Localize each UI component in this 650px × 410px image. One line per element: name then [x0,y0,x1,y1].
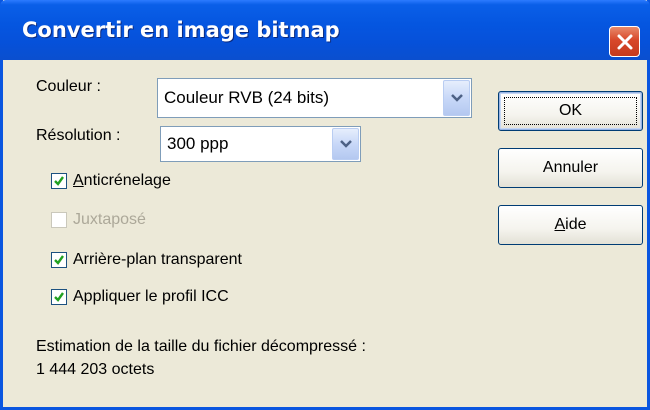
help-button[interactable]: Aide [498,205,643,245]
cancel-button-label: Annuler [542,159,599,176]
color-dropdown[interactable]: Couleur RVB (24 bits) [157,78,472,118]
resolution-dropdown[interactable]: 300 ppp [160,126,361,162]
close-button[interactable] [609,26,640,57]
window-title: Convertir en image bitmap [22,18,340,42]
color-dropdown-value: Couleur RVB (24 bits) [164,88,330,107]
transparent-background-label[interactable]: Arrière-plan transparent [73,251,242,269]
icc-profile-label[interactable]: Appliquer le profil ICC [73,288,229,306]
transparent-background-checkbox[interactable] [51,252,67,268]
resolution-dropdown-value: 300 ppp [167,134,229,153]
chevron-down-icon[interactable] [332,128,359,160]
ok-button[interactable]: OK [498,91,643,131]
file-size-estimate-value: 1 444 203 octets [36,361,155,378]
color-label: Couleur : [36,78,101,95]
icc-profile-checkbox[interactable] [51,289,67,305]
cancel-button[interactable]: Annuler [498,148,643,188]
antialiasing-checkbox[interactable] [51,173,67,189]
dialog-window: Convertir en image bitmap Couleur : Coul… [0,0,650,410]
help-button-label: Aide [554,216,587,233]
resolution-label: Résolution : [36,127,121,144]
tiled-label: Juxtaposé [73,211,146,228]
chevron-down-icon[interactable] [443,80,470,116]
tiled-checkbox [51,212,67,228]
file-size-estimate-label: Estimation de la taille du fichier décom… [36,338,366,355]
title-bar[interactable]: Convertir en image bitmap [0,0,650,60]
ok-button-label: OK [558,102,583,119]
antialiasing-label[interactable]: Anticrénelage [73,172,171,190]
